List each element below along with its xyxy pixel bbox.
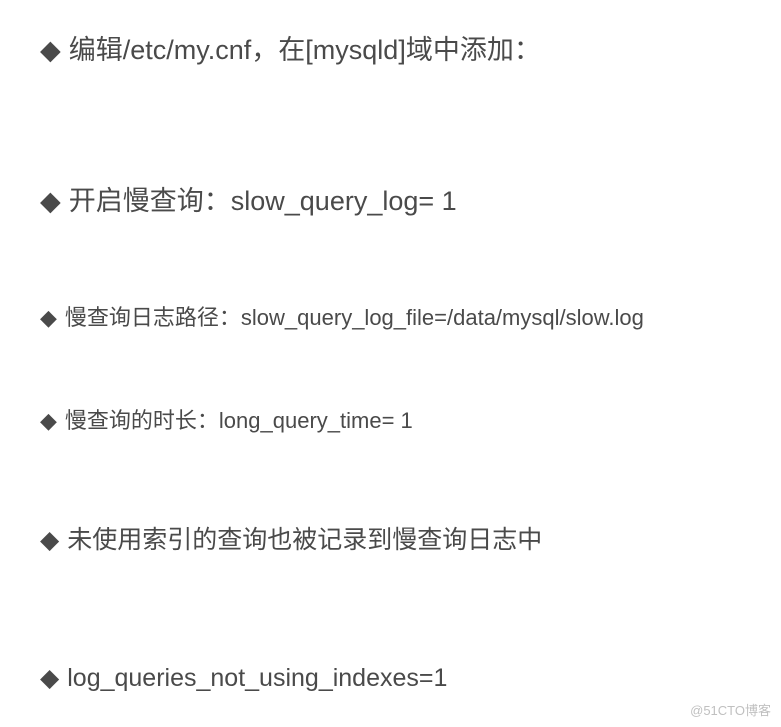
- bullet-item-4: ◆ 慢查询的时长：long_query_time= 1: [40, 404, 761, 437]
- item-text-1: 编辑/etc/my.cnf，在[mysqld]域中添加：: [69, 30, 541, 71]
- diamond-bullet-icon: ◆: [40, 181, 61, 222]
- item-text-5: 未使用索引的查询也被记录到慢查询日志中: [67, 522, 542, 560]
- bullet-item-2: ◆ 开启慢查询：slow_query_log= 1: [40, 181, 761, 222]
- diamond-bullet-icon: ◆: [40, 30, 61, 71]
- watermark: @51CTO博客: [690, 700, 771, 719]
- diamond-bullet-icon: ◆: [40, 301, 57, 334]
- bullet-item-1: ◆ 编辑/etc/my.cnf，在[mysqld]域中添加：: [40, 30, 761, 71]
- diamond-bullet-icon: ◆: [40, 522, 59, 560]
- item-text-4: 慢查询的时长：long_query_time= 1: [65, 404, 413, 437]
- diamond-bullet-icon: ◆: [40, 660, 59, 698]
- bullet-item-5: ◆ 未使用索引的查询也被记录到慢查询日志中: [40, 522, 761, 560]
- item-text-3: 慢查询日志路径：slow_query_log_file=/data/mysql/…: [65, 301, 644, 334]
- bullet-item-6: ◆ log_queries_not_using_indexes=1: [40, 660, 761, 698]
- diamond-bullet-icon: ◆: [40, 404, 57, 437]
- bullet-item-3: ◆ 慢查询日志路径：slow_query_log_file=/data/mysq…: [40, 301, 761, 334]
- item-text-6: log_queries_not_using_indexes=1: [67, 660, 447, 698]
- item-text-2: 开启慢查询：slow_query_log= 1: [69, 181, 457, 222]
